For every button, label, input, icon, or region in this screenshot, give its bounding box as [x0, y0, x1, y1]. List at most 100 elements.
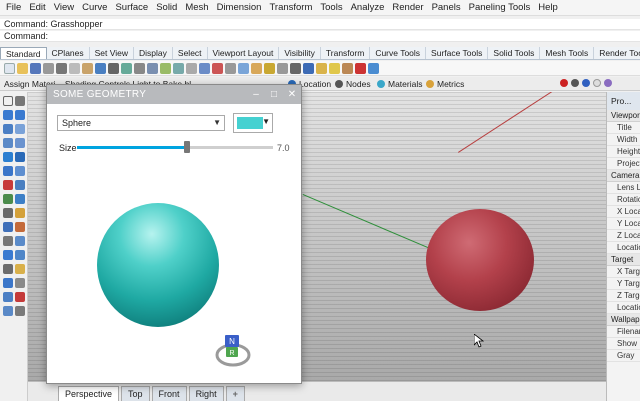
group-icon[interactable] — [15, 306, 25, 316]
menu-mesh[interactable]: Mesh — [181, 0, 212, 16]
tab-curve-tools[interactable]: Curve Tools — [370, 47, 427, 59]
arc-icon[interactable] — [3, 138, 13, 148]
tab-set-view[interactable]: Set View — [90, 47, 135, 59]
dimension-icon[interactable] — [3, 292, 13, 302]
menu-curve[interactable]: Curve — [78, 0, 111, 16]
material-icon[interactable] — [342, 62, 353, 74]
tab-perspective[interactable]: Perspective — [58, 386, 120, 401]
light-icon[interactable] — [329, 62, 340, 74]
menu-edit[interactable]: Edit — [25, 0, 49, 16]
join-icon[interactable] — [15, 236, 25, 246]
sphere-mix-icon[interactable] — [604, 79, 612, 87]
menu-view[interactable]: View — [50, 0, 78, 16]
surface-icon[interactable] — [3, 166, 13, 176]
zoom-selected-icon[interactable] — [173, 62, 184, 74]
ellipse-icon[interactable] — [15, 138, 25, 148]
grid-icon[interactable] — [186, 62, 197, 74]
move-icon[interactable] — [3, 250, 13, 260]
tab-display[interactable]: Display — [134, 47, 173, 59]
lock-icon[interactable] — [264, 62, 275, 74]
tab-select[interactable]: Select — [173, 47, 208, 59]
camera-section[interactable]: Camera — [607, 170, 640, 182]
cylinder-icon[interactable] — [15, 194, 25, 204]
select-icon[interactable] — [238, 62, 249, 74]
properties-panel-header[interactable]: Pro... — [607, 92, 640, 110]
sphere-tool-icon[interactable] — [15, 180, 25, 190]
layer-icon[interactable] — [251, 62, 262, 74]
open-file-icon[interactable] — [17, 62, 28, 74]
tab-standard[interactable]: Standard — [0, 47, 47, 59]
menu-analyze[interactable]: Analyze — [347, 0, 389, 16]
tab-front[interactable]: Front — [151, 386, 187, 401]
rotate-icon[interactable] — [3, 264, 13, 274]
menu-help[interactable]: Help — [534, 0, 562, 16]
sphere-gray-icon[interactable] — [571, 79, 579, 87]
mesh-icon[interactable] — [3, 208, 13, 218]
circle-icon[interactable] — [15, 124, 25, 134]
viewport-icon[interactable] — [199, 62, 210, 74]
paste-icon[interactable] — [82, 62, 93, 74]
new-file-icon[interactable] — [4, 62, 15, 74]
tab-top[interactable]: Top — [121, 386, 150, 401]
line-icon[interactable] — [3, 110, 13, 120]
point-icon[interactable] — [15, 96, 25, 106]
copy-tool-icon[interactable] — [15, 250, 25, 260]
tab-cplanes[interactable]: CPlanes — [47, 47, 90, 59]
target-section[interactable]: Target — [607, 254, 640, 266]
mirror-icon[interactable] — [3, 278, 13, 288]
tab-visibility[interactable]: Visibility — [279, 47, 321, 59]
tab-viewport-layout[interactable]: Viewport Layout — [208, 47, 280, 59]
cplane-icon[interactable] — [212, 62, 223, 74]
zoom-window-icon[interactable] — [147, 62, 158, 74]
add-viewport-button[interactable]: + — [225, 386, 245, 401]
zoom-icon[interactable] — [134, 62, 145, 74]
viewport-section[interactable]: Viewport — [607, 110, 640, 122]
close-button[interactable]: ✕ — [283, 89, 301, 100]
box-icon[interactable] — [3, 180, 13, 190]
panel-tab-metrics[interactable]: Metrics — [426, 79, 464, 89]
tab-right[interactable]: Right — [188, 386, 224, 401]
menu-tools[interactable]: Tools — [316, 0, 346, 16]
hide-icon[interactable] — [277, 62, 288, 74]
text-icon[interactable] — [15, 292, 25, 302]
save-icon[interactable] — [30, 62, 41, 74]
analyze-icon[interactable] — [3, 306, 13, 316]
boolean-icon[interactable] — [15, 208, 25, 218]
cut-icon[interactable] — [56, 62, 67, 74]
tab-solid-tools[interactable]: Solid Tools — [488, 47, 541, 59]
tab-surface-tools[interactable]: Surface Tools — [426, 47, 489, 59]
trim-icon[interactable] — [3, 236, 13, 246]
shaded-icon[interactable] — [303, 62, 314, 74]
tab-mesh-tools[interactable]: Mesh Tools — [540, 47, 595, 59]
shape-select[interactable]: Sphere ▼ — [57, 115, 225, 131]
properties-icon[interactable] — [290, 62, 301, 74]
panel-tab-nodes[interactable]: Nodes — [335, 79, 371, 89]
command-prompt[interactable]: Command: — [0, 31, 640, 42]
menu-render[interactable]: Render — [388, 0, 427, 16]
sphere-white-icon[interactable] — [593, 79, 601, 87]
menu-file[interactable]: File — [2, 0, 25, 16]
size-slider-thumb[interactable] — [183, 141, 190, 153]
size-slider[interactable] — [77, 141, 273, 153]
menu-panels[interactable]: Panels — [428, 0, 465, 16]
menu-paneling-tools[interactable]: Paneling Tools — [465, 0, 535, 16]
tab-transform[interactable]: Transform — [321, 47, 371, 59]
minimize-button[interactable]: – — [247, 89, 265, 100]
sphere-red-icon[interactable] — [560, 79, 568, 87]
menu-dimension[interactable]: Dimension — [213, 0, 266, 16]
red-sphere-object[interactable] — [426, 209, 534, 311]
options-icon[interactable] — [355, 62, 366, 74]
dialog-title-bar[interactable]: SOME GEOMETRY – □ ✕ — [47, 85, 301, 104]
select-arrow-icon[interactable] — [3, 96, 13, 106]
fillet-icon[interactable] — [3, 222, 13, 232]
rotate-view-icon[interactable] — [121, 62, 132, 74]
array-icon[interactable] — [15, 278, 25, 288]
tab-render-tools[interactable]: Render Tools — [594, 47, 640, 59]
cyan-sphere-preview[interactable] — [97, 203, 219, 327]
menu-surface[interactable]: Surface — [111, 0, 152, 16]
scale-icon[interactable] — [15, 264, 25, 274]
undo-icon[interactable] — [95, 62, 106, 74]
pan-icon[interactable] — [108, 62, 119, 74]
zoom-extents-icon[interactable] — [160, 62, 171, 74]
copy-icon[interactable] — [69, 62, 80, 74]
